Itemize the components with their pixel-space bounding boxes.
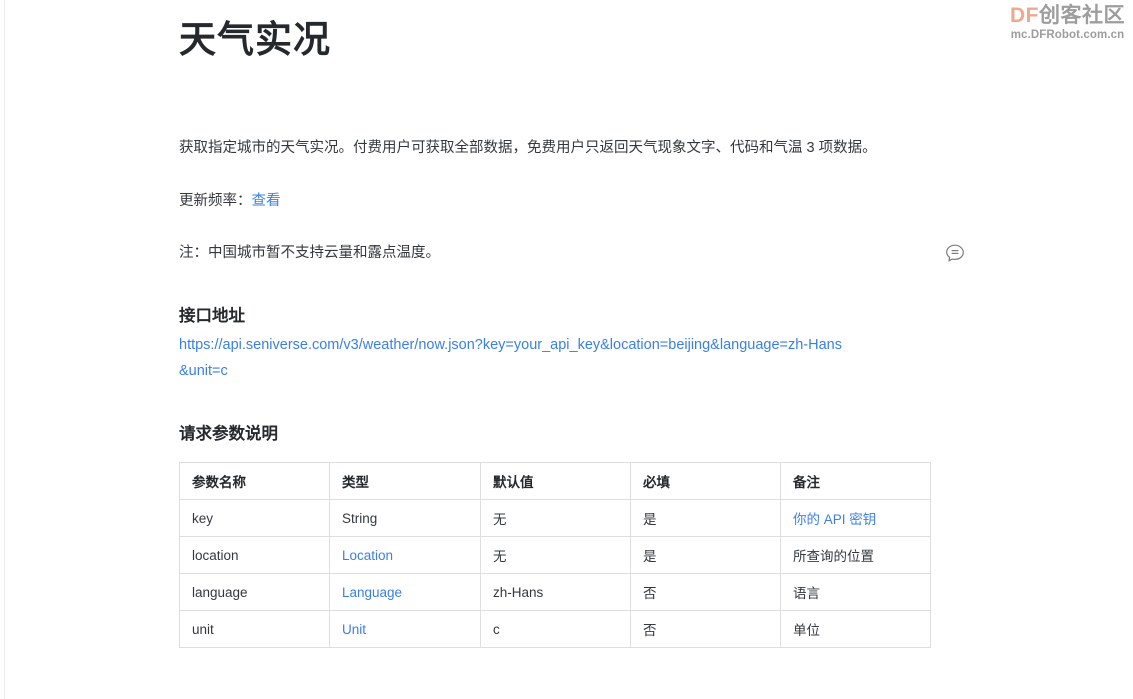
left-rail-divider: [0, 0, 5, 699]
note-paragraph: 注：中国城市暂不支持云量和露点温度。: [179, 245, 440, 261]
cell-param-default: 无: [480, 499, 631, 537]
column-header-default: 默认值: [480, 462, 631, 500]
cell-param-remark: 你的 API 密钥: [780, 499, 931, 537]
unit-type-link[interactable]: Unit: [342, 622, 366, 637]
cell-param-type: Language: [329, 573, 481, 611]
cell-param-required: 是: [630, 499, 781, 537]
table-row: location Location 无 是 所查询的位置: [179, 536, 931, 574]
section-title-endpoint: 接口地址: [179, 307, 245, 325]
cell-param-name: language: [179, 573, 330, 611]
column-header-required: 必填: [630, 462, 781, 500]
page-title: 天气实况: [179, 19, 331, 60]
update-frequency-paragraph: 更新频率：查看: [179, 189, 281, 214]
request-params-table: 参数名称 类型 默认值 必填 备注 key String 无 是 你的 API …: [179, 462, 931, 648]
watermark-brand-df: DF: [1010, 4, 1039, 27]
cell-param-type: Location: [329, 536, 481, 574]
cell-param-type: String: [329, 499, 481, 537]
cell-param-default: 无: [480, 536, 631, 574]
cell-param-default: zh-Hans: [480, 573, 631, 611]
language-type-link[interactable]: Language: [342, 585, 402, 600]
document-body: 天气实况 获取指定城市的天气实况。付费用户可获取全部数据，免费用户只返回天气现象…: [179, 0, 979, 648]
cell-param-name: unit: [179, 610, 330, 648]
intro-paragraph: 获取指定城市的天气实况。付费用户可获取全部数据，免费用户只返回天气现象文字、代码…: [179, 140, 877, 156]
table-row: language Language zh-Hans 否 语言: [179, 573, 931, 611]
cell-param-required: 是: [630, 536, 781, 574]
table-row: key String 无 是 你的 API 密钥: [179, 499, 931, 537]
api-key-link[interactable]: 你的 API 密钥: [793, 512, 876, 527]
site-watermark: DF创客社区 mc.DFRobot.com.cn: [1010, 4, 1125, 42]
watermark-site-url: mc.DFRobot.com.cn: [1010, 29, 1125, 42]
table-row: unit Unit c 否 单位: [179, 610, 931, 648]
cell-param-required: 否: [630, 610, 781, 648]
column-header-name: 参数名称: [179, 462, 330, 500]
update-frequency-link[interactable]: 查看: [252, 193, 281, 209]
cell-param-required: 否: [630, 573, 781, 611]
watermark-brand-cn: 创客社区: [1039, 4, 1125, 27]
cell-param-default: c: [480, 610, 631, 648]
column-header-remark: 备注: [780, 462, 931, 500]
update-frequency-label: 更新频率：: [179, 193, 252, 209]
location-type-link[interactable]: Location: [342, 548, 393, 563]
cell-param-remark: 语言: [780, 573, 931, 611]
cell-param-name: location: [179, 536, 330, 574]
cell-param-remark: 单位: [780, 610, 931, 648]
column-header-type: 类型: [329, 462, 481, 500]
cell-param-name: key: [179, 499, 330, 537]
endpoint-url-link[interactable]: https://api.seniverse.com/v3/weather/now…: [179, 333, 851, 385]
table-header-row: 参数名称 类型 默认值 必填 备注: [179, 462, 931, 500]
cell-param-remark: 所查询的位置: [780, 536, 931, 574]
cell-param-type: Unit: [329, 610, 481, 648]
watermark-brand: DF创客社区: [1010, 4, 1125, 27]
section-title-params: 请求参数说明: [179, 425, 278, 443]
comment-bubble-icon[interactable]: [942, 241, 968, 267]
